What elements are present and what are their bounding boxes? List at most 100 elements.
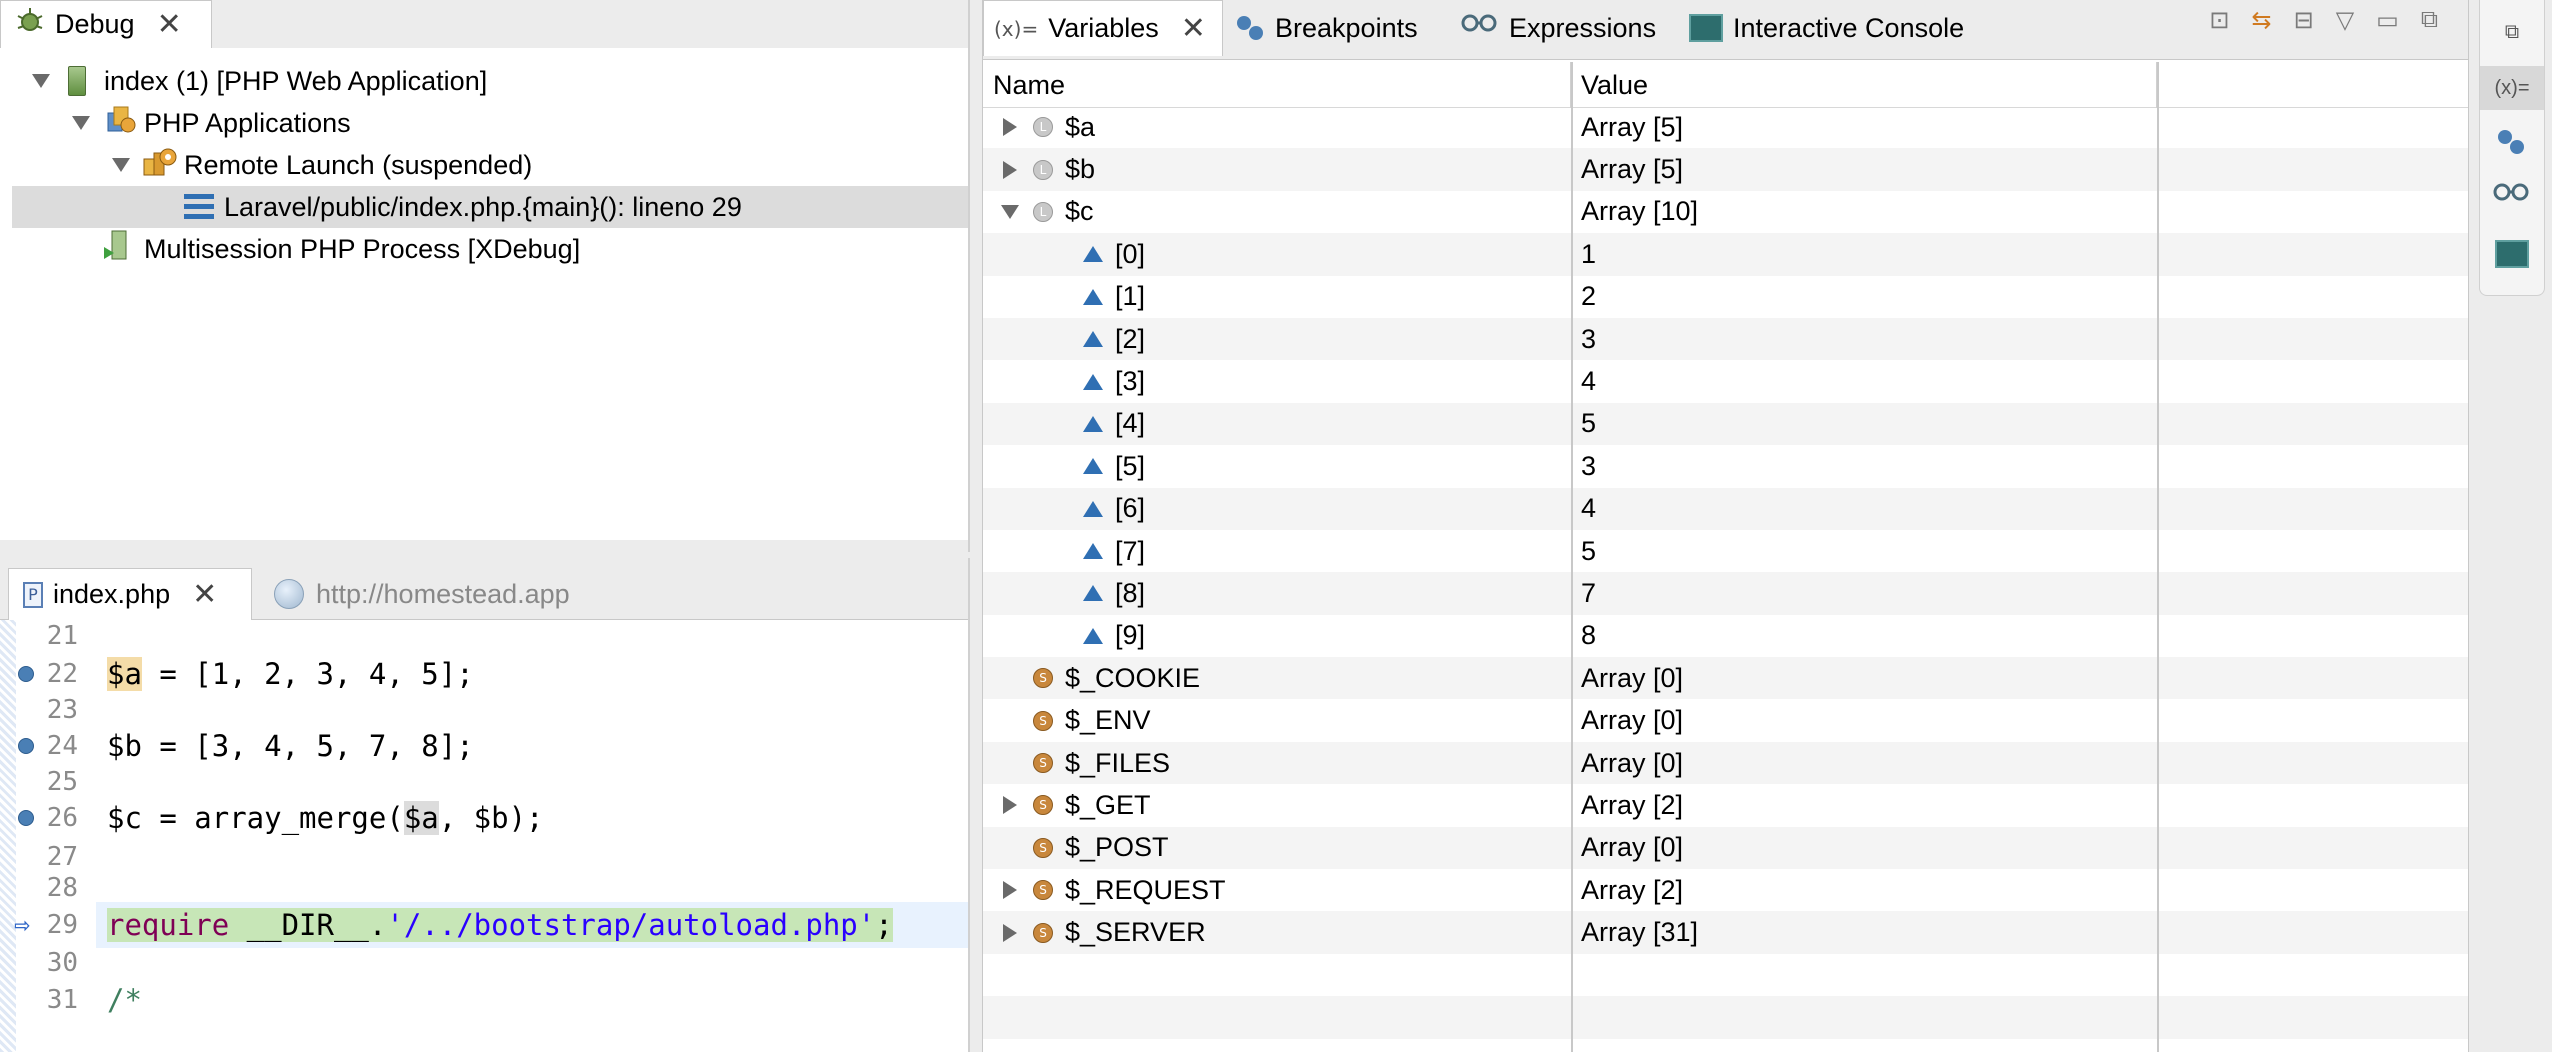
- variable-row[interactable]: L $a Array [5]: [983, 106, 2469, 148]
- variable-value: 1: [1581, 238, 1597, 269]
- code-line[interactable]: 28: [0, 873, 968, 903]
- code-line[interactable]: 30: [0, 948, 968, 978]
- tree-item-process[interactable]: Multisession PHP Process [XDebug]: [0, 228, 968, 270]
- tree-item-remote-launch[interactable]: Remote Launch (suspended): [0, 144, 968, 186]
- variable-row[interactable]: L $b Array [5]: [983, 148, 2469, 191]
- variable-row[interactable]: [4] 5: [983, 402, 2469, 446]
- variable-row[interactable]: [9] 8: [983, 615, 2469, 657]
- close-icon[interactable]: ✕: [192, 579, 217, 610]
- variable-row[interactable]: S $_POST Array [0]: [983, 826, 2469, 870]
- close-icon[interactable]: ✕: [157, 9, 182, 40]
- superglobal-variable-icon: S: [1033, 668, 1053, 689]
- show-type-names-icon[interactable]: ⊡: [2209, 6, 2229, 35]
- variable-name-cell: S $_GET: [999, 790, 1151, 821]
- expand-arrow-icon[interactable]: [1003, 796, 1017, 815]
- pane-divider[interactable]: [0, 540, 968, 552]
- column-divider[interactable]: [1571, 62, 1573, 1052]
- editor-tabbar: P index.php ✕ http://homestead.app: [0, 558, 968, 620]
- breakpoint-icon[interactable]: [18, 666, 34, 682]
- close-icon[interactable]: ✕: [1181, 13, 1206, 44]
- code-line[interactable]: 31 /*: [0, 978, 968, 1022]
- variable-row[interactable]: S $_ENV Array [0]: [983, 699, 2469, 741]
- variable-row[interactable]: S $_SERVER Array [31]: [983, 911, 2469, 954]
- variable-row[interactable]: L $c Array [10]: [983, 191, 2469, 233]
- variable-row[interactable]: S $_REQUEST Array [2]: [983, 869, 2469, 911]
- tree-item-php-applications[interactable]: PHP Applications: [0, 102, 968, 144]
- view-menu-icon[interactable]: ▽: [2336, 6, 2354, 35]
- maximize-icon[interactable]: ⧉: [2421, 6, 2438, 34]
- tree-item-label: PHP Applications: [144, 107, 351, 138]
- tree-item-label: Multisession PHP Process [XDebug]: [144, 233, 581, 264]
- breakpoints-icon[interactable]: [2480, 120, 2544, 164]
- variable-row[interactable]: [3] 4: [983, 360, 2469, 402]
- variable-row[interactable]: S $_COOKIE Array [0]: [983, 657, 2469, 700]
- variable-row[interactable]: [6] 4: [983, 487, 2469, 530]
- code-line[interactable]: 21: [0, 620, 968, 652]
- tab-interactive-console[interactable]: Interactive Console: [1689, 0, 1964, 56]
- code-line[interactable]: 22 $a = [1, 2, 3, 4, 5];: [0, 652, 968, 696]
- variable-value: 4: [1581, 493, 1597, 524]
- expand-arrow-icon[interactable]: [1003, 118, 1017, 137]
- variable-value: Array [10]: [1581, 196, 1699, 227]
- tab-debug[interactable]: Debug ✕: [0, 0, 212, 48]
- globe-icon: [274, 579, 304, 609]
- tree-item-web-application[interactable]: index (1) [PHP Web Application]: [0, 60, 968, 102]
- code-line-current[interactable]: ⇨ 29 require __DIR__.'/../bootstrap/auto…: [0, 902, 968, 948]
- line-number: 31: [46, 985, 78, 1015]
- tab-breakpoints[interactable]: Breakpoints: [1237, 0, 1418, 56]
- variable-row[interactable]: [7] 5: [983, 530, 2469, 572]
- restore-icon[interactable]: ⧉: [2480, 10, 2544, 54]
- array-element-icon: [1083, 627, 1103, 644]
- debug-view: Debug ✕ index (1) [PHP Web Application] …: [0, 0, 970, 552]
- variable-name: $_COOKIE: [1065, 662, 1201, 693]
- variable-row[interactable]: [5] 3: [983, 445, 2469, 487]
- collapse-all-icon[interactable]: ⊟: [2294, 6, 2314, 35]
- line-number: 23: [46, 695, 78, 725]
- array-element-icon: [1083, 500, 1103, 517]
- console-icon[interactable]: [2480, 232, 2544, 276]
- code-line[interactable]: 23: [0, 695, 968, 725]
- tab-index-php[interactable]: P index.php ✕: [8, 568, 252, 620]
- tree-item-stack-frame[interactable]: Laravel/public/index.php.{main}(): linen…: [12, 186, 968, 228]
- tab-browser[interactable]: http://homestead.app: [274, 568, 570, 620]
- variables-icon[interactable]: (x)=: [2480, 66, 2544, 110]
- expand-arrow-icon[interactable]: [32, 74, 50, 88]
- line-number: 26: [46, 803, 78, 833]
- expressions-icon[interactable]: [2480, 172, 2544, 216]
- column-divider[interactable]: [2157, 62, 2159, 1052]
- code-line[interactable]: 27: [0, 840, 968, 874]
- breakpoint-icon[interactable]: [18, 810, 34, 826]
- variable-row[interactable]: [8] 7: [983, 572, 2469, 615]
- breakpoint-icon[interactable]: [18, 738, 34, 754]
- variable-row[interactable]: [0] 1: [983, 233, 2469, 276]
- variable-name: $a: [1065, 111, 1096, 142]
- variable-name-cell: S $_ENV: [999, 705, 1151, 736]
- show-logical-structure-icon[interactable]: ⇆: [2251, 6, 2271, 35]
- column-header-name[interactable]: Name: [983, 62, 1571, 108]
- variable-name: [8]: [1115, 577, 1146, 608]
- expand-arrow-icon[interactable]: [1003, 160, 1017, 179]
- code-line[interactable]: 26 $c = array_merge($a, $b);: [0, 796, 968, 840]
- variable-name: [0]: [1115, 238, 1146, 269]
- code-editor[interactable]: 21 22 $a = [1, 2, 3, 4, 5]; 23 24 $b = […: [0, 620, 968, 1052]
- toggle-cell: [999, 118, 1021, 137]
- code-line[interactable]: 25: [0, 767, 968, 797]
- superglobal-variable-icon: S: [1033, 880, 1053, 901]
- column-header-value[interactable]: Value: [1571, 62, 2157, 108]
- variable-name: $b: [1065, 154, 1096, 185]
- tab-variables[interactable]: (x)= Variables ✕: [983, 0, 1223, 56]
- variable-row[interactable]: S $_FILES Array [0]: [983, 741, 2469, 785]
- variable-name: [5]: [1115, 450, 1146, 481]
- expand-arrow-icon[interactable]: [112, 158, 130, 172]
- expand-arrow-icon[interactable]: [1003, 881, 1017, 900]
- expand-arrow-icon[interactable]: [72, 116, 90, 130]
- variable-value: 3: [1581, 323, 1597, 354]
- variable-row[interactable]: S $_GET Array [2]: [983, 784, 2469, 826]
- tab-expressions[interactable]: Expressions: [1461, 0, 1656, 56]
- variable-row[interactable]: [1] 2: [983, 276, 2469, 318]
- expand-arrow-icon[interactable]: [1003, 923, 1017, 942]
- collapse-arrow-icon[interactable]: [1001, 204, 1019, 219]
- variable-row[interactable]: [2] 3: [983, 317, 2469, 361]
- code-line[interactable]: 24 $b = [3, 4, 5, 7, 8];: [0, 724, 968, 768]
- minimize-icon[interactable]: ▭: [2376, 6, 2399, 35]
